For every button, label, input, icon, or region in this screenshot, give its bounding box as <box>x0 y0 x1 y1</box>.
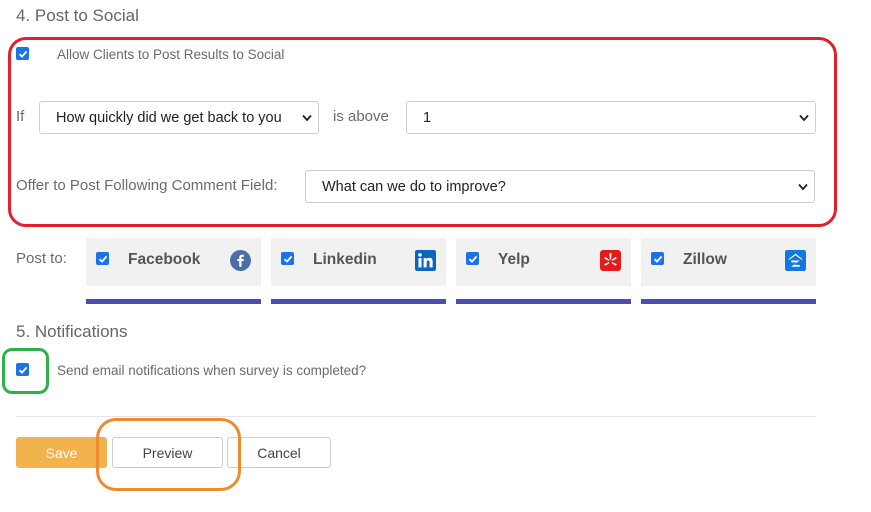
network-card-yelp[interactable]: Yelp <box>456 238 631 286</box>
question-select[interactable]: How quickly did we get back to you <box>39 101 319 134</box>
facebook-checkbox[interactable] <box>96 252 109 265</box>
threshold-select-value: 1 <box>423 109 432 126</box>
network-card-facebook[interactable]: Facebook <box>86 238 261 286</box>
network-name: Yelp <box>498 251 530 268</box>
zillow-icon <box>785 250 806 271</box>
check-icon <box>283 255 292 263</box>
network-bar-zillow <box>641 299 816 304</box>
offer-label: Offer to Post Following Comment Field: <box>16 177 278 194</box>
preview-button[interactable]: Preview <box>112 437 223 468</box>
network-name: Zillow <box>683 251 727 268</box>
threshold-select[interactable]: 1 <box>406 101 816 134</box>
facebook-icon <box>230 250 251 271</box>
network-card-linkedin[interactable]: Linkedin <box>271 238 446 286</box>
save-button[interactable]: Save <box>16 437 107 468</box>
chevron-down-icon <box>799 114 809 121</box>
email-notifications-label: Send email notifications when survey is … <box>57 363 367 378</box>
email-notifications-checkbox[interactable] <box>16 363 29 376</box>
network-card-zillow[interactable]: Zillow <box>641 238 816 286</box>
allow-social-checkbox[interactable] <box>16 47 29 60</box>
check-icon <box>468 255 477 263</box>
condition-label: is above <box>333 108 389 125</box>
zillow-checkbox[interactable] <box>651 252 664 265</box>
comment-field-select[interactable]: What can we do to improve? <box>305 170 815 203</box>
network-name: Facebook <box>128 251 201 268</box>
chevron-down-icon <box>798 183 808 190</box>
yelp-checkbox[interactable] <box>466 252 479 265</box>
allow-social-label: Allow Clients to Post Results to Social <box>57 47 285 62</box>
check-icon <box>653 255 662 263</box>
divider <box>16 416 816 417</box>
linkedin-icon <box>415 250 436 271</box>
network-bar-yelp <box>456 299 631 304</box>
post-to-label: Post to: <box>16 250 67 267</box>
linkedin-checkbox[interactable] <box>281 252 294 265</box>
notifications-heading: 5. Notifications <box>16 322 128 341</box>
yelp-icon <box>600 250 621 271</box>
post-to-social-heading: 4. Post to Social <box>16 6 139 25</box>
question-select-value: How quickly did we get back to you <box>56 109 282 126</box>
if-label: If <box>16 108 25 125</box>
check-icon <box>18 50 27 58</box>
network-bar-facebook <box>86 299 261 304</box>
network-name: Linkedin <box>313 251 377 268</box>
comment-field-select-value: What can we do to improve? <box>322 178 506 195</box>
check-icon <box>98 255 107 263</box>
check-icon <box>18 366 27 374</box>
cancel-button[interactable]: Cancel <box>227 437 331 468</box>
network-bar-linkedin <box>271 299 446 304</box>
chevron-down-icon <box>302 114 312 121</box>
